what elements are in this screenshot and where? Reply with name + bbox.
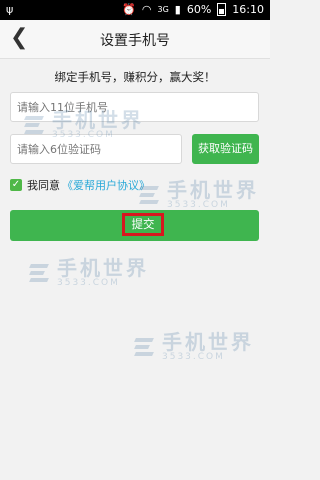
status-bar: ψ ⏰ ◠ 3G ▮ 60% 16:10 xyxy=(0,0,270,20)
tagline: 绑定手机号，赚积分，赢大奖！ xyxy=(54,70,216,84)
watermark-logo-icon xyxy=(29,262,52,284)
clock: 16:10 xyxy=(232,3,264,16)
watermark: 手机世界 3533.COM xyxy=(29,258,149,288)
battery-icon xyxy=(217,3,227,16)
page-title: 设置手机号 xyxy=(100,33,170,49)
usb-icon: ψ xyxy=(6,3,14,16)
get-code-button[interactable]: 获取验证码 xyxy=(192,134,259,164)
code-input[interactable] xyxy=(10,134,182,164)
watermark-logo-icon xyxy=(134,336,157,358)
watermark: 手机世界 3533.COM xyxy=(134,332,254,362)
wifi-icon: ◠ xyxy=(141,3,152,16)
app-header: ❮ 设置手机号 xyxy=(0,20,270,59)
alarm-icon: ⏰ xyxy=(122,3,136,16)
watermark: 手机世界 3533.COM xyxy=(139,180,259,210)
battery-percent: 60% xyxy=(186,3,212,16)
submit-button[interactable]: 提交 xyxy=(10,210,259,241)
status-icons: ⏰ ◠ 3G ▮ 60% 16:10 xyxy=(122,3,264,16)
submit-label: 提交 xyxy=(122,213,164,236)
network-label: 3G xyxy=(157,5,169,14)
agreement-row: ✓ 我同意 《爱帮用户协议》 xyxy=(10,177,150,193)
agree-checkbox[interactable]: ✓ xyxy=(10,179,22,191)
signal-icon: ▮ xyxy=(174,3,181,16)
phone-input[interactable] xyxy=(10,92,259,122)
agree-prefix: 我同意 xyxy=(27,179,60,192)
agreement-link[interactable]: 《爱帮用户协议》 xyxy=(62,177,150,193)
